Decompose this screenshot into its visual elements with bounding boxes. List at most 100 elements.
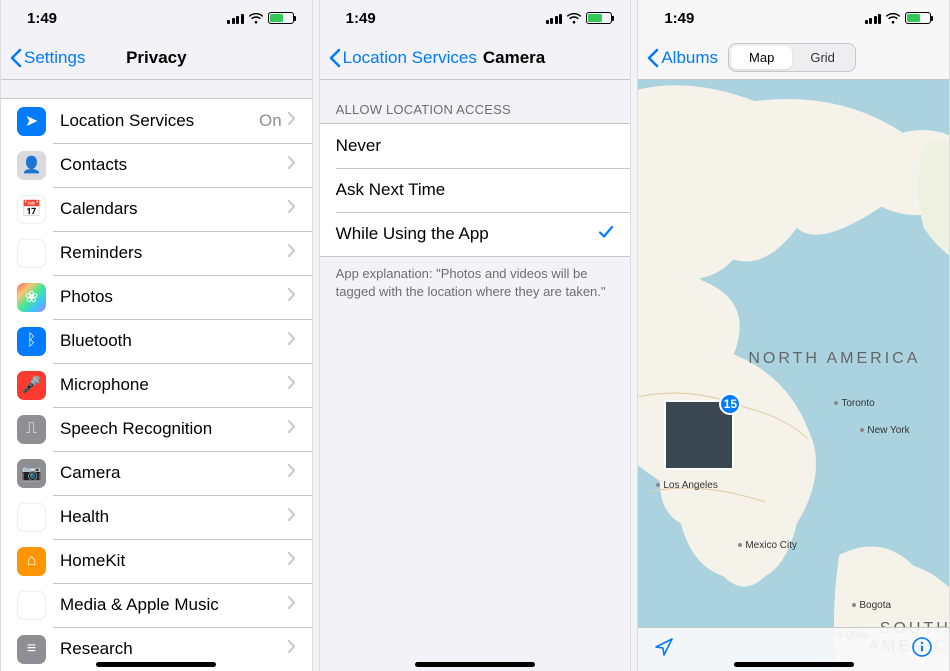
app-explanation: App explanation: "Photos and videos will… <box>320 257 631 308</box>
chevron-right-icon <box>288 200 296 218</box>
home-indicator[interactable] <box>734 662 854 667</box>
status-bar: 1:49 <box>1 0 312 36</box>
chevron-right-icon <box>288 244 296 262</box>
row-bluetooth[interactable]: ᛒ Bluetooth <box>1 319 312 363</box>
map-city-bogota: Bogota <box>852 600 891 611</box>
map-city-toronto: Toronto <box>834 398 874 409</box>
music-icon: ♫ <box>17 591 46 620</box>
camera-icon: 📷 <box>17 459 46 488</box>
chevron-right-icon <box>288 640 296 658</box>
row-label: Bluetooth <box>60 331 288 351</box>
info-icon <box>911 636 933 658</box>
row-homekit[interactable]: ⌂ HomeKit <box>1 539 312 583</box>
map-city-newyork: New York <box>860 425 909 436</box>
chevron-right-icon <box>288 288 296 306</box>
location-access-list: Never Ask Next Time While Using the App <box>320 123 631 257</box>
photo-cluster[interactable]: 15 <box>664 400 734 470</box>
privacy-list[interactable]: ➤ Location ServicesOn 👤 Contacts 📅Calendars⋮… <box>1 98 312 671</box>
chevron-left-icon <box>646 48 659 68</box>
wifi-icon <box>885 12 901 24</box>
person-icon: 👤 <box>17 151 46 180</box>
status-indicators <box>865 12 932 24</box>
row-reminders[interactable]: ⋮Reminders <box>1 231 312 275</box>
map-svg <box>638 80 949 671</box>
chevron-right-icon <box>288 552 296 570</box>
back-label: Settings <box>24 48 85 68</box>
heart-icon: ♥ <box>17 503 46 532</box>
chevron-right-icon <box>288 464 296 482</box>
row-photos[interactable]: ❀Photos <box>1 275 312 319</box>
locate-me-button[interactable] <box>654 637 674 662</box>
nav-title: Camera <box>483 48 545 68</box>
back-button[interactable]: Albums <box>646 48 718 68</box>
chevron-left-icon <box>328 48 341 68</box>
status-time: 1:49 <box>346 10 376 27</box>
nav-bar: Albums Map Grid <box>638 36 949 80</box>
row-label: Speech Recognition <box>60 419 288 439</box>
battery-icon <box>905 12 931 24</box>
location-arrow-icon <box>654 637 674 657</box>
back-label: Albums <box>661 48 718 68</box>
privacy-list-container: ➤ Location ServicesOn 👤 Contacts 📅Calendars⋮… <box>1 80 312 671</box>
status-bar: 1:49 <box>638 0 949 36</box>
map-label-north-america: NORTH AMERICA <box>748 350 920 368</box>
home-indicator[interactable] <box>96 662 216 667</box>
row-media[interactable]: ♫Media & Apple Music <box>1 583 312 627</box>
section-header: Allow Location Access <box>320 80 631 123</box>
segment-grid[interactable]: Grid <box>792 46 853 69</box>
row-microphone[interactable]: 🎤 Microphone <box>1 363 312 407</box>
nav-bar: Location Services Camera <box>320 36 631 80</box>
research-icon: ≡ <box>17 635 46 664</box>
chevron-right-icon <box>288 508 296 526</box>
bluetooth-icon: ᛒ <box>17 327 46 356</box>
option-never[interactable]: Never <box>320 124 631 168</box>
option-ask[interactable]: Ask Next Time <box>320 168 631 212</box>
info-button[interactable] <box>911 636 933 663</box>
map-city-la: Los Angeles <box>656 480 718 491</box>
row-camera[interactable]: 📷 Camera <box>1 451 312 495</box>
checkmark-icon <box>598 224 614 245</box>
waveform-icon: ⎍ <box>17 415 46 444</box>
row-label: Calendars <box>60 199 288 219</box>
map-city-mexico: Mexico City <box>738 540 797 551</box>
wifi-icon <box>248 12 264 24</box>
segment-map[interactable]: Map <box>731 46 792 69</box>
map-view[interactable]: NORTH AMERICA SOUTH AMERICA Toronto New … <box>638 80 949 671</box>
cellular-icon <box>865 13 882 24</box>
row-speech[interactable]: ⎍ Speech Recognition <box>1 407 312 451</box>
mic-icon: 🎤 <box>17 371 46 400</box>
row-location-services[interactable]: ➤ Location ServicesOn <box>1 99 312 143</box>
row-label: Reminders <box>60 243 288 263</box>
row-value: On <box>259 111 282 131</box>
row-calendars[interactable]: 📅Calendars <box>1 187 312 231</box>
chevron-right-icon <box>288 156 296 174</box>
view-toggle: Map Grid <box>728 43 856 72</box>
wifi-icon <box>566 12 582 24</box>
row-health[interactable]: ♥Health <box>1 495 312 539</box>
battery-icon <box>268 12 294 24</box>
row-label: Contacts <box>60 155 288 175</box>
option-label: Ask Next Time <box>336 180 615 200</box>
row-label: HomeKit <box>60 551 288 571</box>
back-button[interactable]: Settings <box>9 48 85 68</box>
row-label: Location Services <box>60 111 259 131</box>
home-icon: ⌂ <box>17 547 46 576</box>
chevron-right-icon <box>288 112 296 130</box>
home-indicator[interactable] <box>415 662 535 667</box>
status-indicators <box>227 12 294 24</box>
location-arrow-icon: ➤ <box>17 107 46 136</box>
status-indicators <box>546 12 613 24</box>
cellular-icon <box>227 13 244 24</box>
status-time: 1:49 <box>664 10 694 27</box>
row-contacts[interactable]: 👤 Contacts <box>1 143 312 187</box>
chevron-left-icon <box>9 48 22 68</box>
row-label: Microphone <box>60 375 288 395</box>
privacy-screen: 1:49 Settings Privacy ➤ Location Services… <box>0 0 313 671</box>
row-label: Photos <box>60 287 288 307</box>
chevron-right-icon <box>288 420 296 438</box>
chevron-right-icon <box>288 332 296 350</box>
option-while[interactable]: While Using the App <box>320 212 631 256</box>
row-label: Camera <box>60 463 288 483</box>
back-button[interactable]: Location Services <box>328 48 477 68</box>
nav-bar: Settings Privacy <box>1 36 312 80</box>
